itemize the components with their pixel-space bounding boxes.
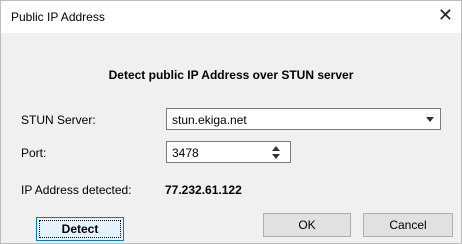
port-label: Port: <box>21 146 47 160</box>
port-spinbox[interactable]: 3478 <box>166 141 291 163</box>
dialog-window: Public IP Address ✕ Detect public IP Add… <box>0 0 462 244</box>
stun-server-label: STUN Server: <box>21 113 96 127</box>
detect-button[interactable]: Detect <box>36 217 124 241</box>
window-title: Public IP Address <box>11 10 105 24</box>
ip-detected-label: IP Address detected: <box>21 183 132 197</box>
focus-rectangle <box>39 220 121 238</box>
cancel-button[interactable]: Cancel <box>363 213 453 237</box>
ok-button-label: OK <box>298 218 316 232</box>
cancel-button-label: Cancel <box>389 218 427 232</box>
ip-detected-value: 77.232.61.122 <box>165 183 242 197</box>
spin-down-icon[interactable] <box>272 154 280 159</box>
title-bar: Public IP Address ✕ <box>1 1 461 33</box>
stun-server-value: stun.ekiga.net <box>172 113 247 127</box>
dialog-heading: Detect public IP Address over STUN serve… <box>108 68 354 82</box>
port-value: 3478 <box>172 146 199 160</box>
close-icon[interactable]: ✕ <box>438 6 453 24</box>
ok-button[interactable]: OK <box>263 213 351 237</box>
spin-up-icon[interactable] <box>272 146 280 151</box>
stun-server-combobox[interactable]: stun.ekiga.net <box>166 108 441 130</box>
chevron-down-icon[interactable] <box>426 117 434 122</box>
